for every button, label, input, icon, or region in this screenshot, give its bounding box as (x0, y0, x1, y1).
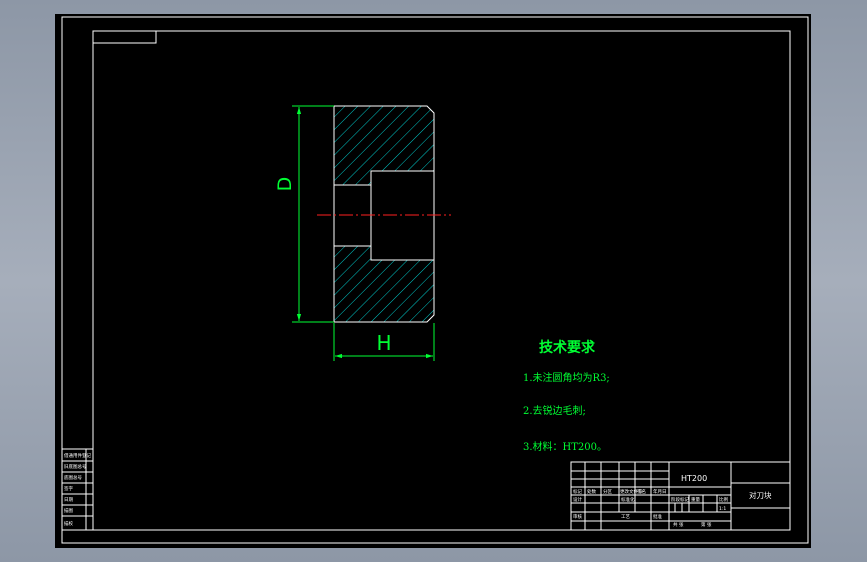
inner-frame (92, 30, 791, 531)
tb-part-name: 对刀块 (749, 490, 772, 500)
outer-frame (61, 16, 809, 544)
tb-sheet-count: 共 张 (673, 521, 684, 528)
tb-cell-standard: 标准化 (621, 496, 635, 503)
tb-header-2: 分区 (603, 488, 612, 495)
left-block-row-3: 底图总号 (64, 474, 82, 481)
tb-header-4: 签名 (637, 488, 646, 495)
drawing-number-box (92, 30, 157, 44)
dimension-d-label: D (274, 177, 296, 192)
tb-row-label-1: 标记 (573, 488, 582, 495)
tb-cell-process: 工艺 (621, 514, 630, 520)
tb-row-label-2: 设计 (573, 496, 582, 503)
left-block-row-4: 签字 (64, 485, 73, 492)
left-block-row-6: 描图 (64, 507, 73, 514)
tb-header-5: 年月日 (653, 488, 667, 495)
tb-cell-approve: 批准 (653, 513, 662, 520)
requirements-title: 技术要求 (539, 339, 596, 356)
dimension-h-label: H (376, 331, 391, 355)
section-upper (333, 105, 435, 186)
left-block-row-5: 日期 (64, 497, 73, 503)
cad-drawing: D H 技术要求 1.未注圆角均为R3; 2.去锐边毛刺; 3.材料：HT200… (61, 16, 809, 544)
section-lower (333, 245, 435, 323)
requirement-item-2: 2.去锐边毛刺; (523, 404, 586, 417)
tb-header-1: 处数 (587, 488, 596, 495)
tb-sheet-no: 第 张 (701, 521, 712, 528)
left-block-row-1: 借通用件登记 (64, 452, 91, 459)
requirement-item-1: 1.未注圆角均为R3; (523, 371, 610, 384)
tb-scale-value: 1:1 (719, 506, 726, 512)
tb-weight-label: 重量 (691, 496, 700, 503)
requirement-item-3: 3.材料：HT200。 (523, 440, 607, 453)
drawing-sheet: D H 技术要求 1.未注圆角均为R3; 2.去锐边毛刺; 3.材料：HT200… (55, 14, 811, 548)
tb-stage-label: 阶段标记 (671, 496, 689, 503)
tb-material: HT200 (681, 474, 707, 483)
tb-row-label-3: 审核 (573, 513, 582, 520)
left-block-row-7: 描校 (64, 520, 73, 527)
left-block-row-2: 旧底图总号 (64, 463, 87, 470)
tb-scale-label: 比例 (719, 496, 728, 503)
